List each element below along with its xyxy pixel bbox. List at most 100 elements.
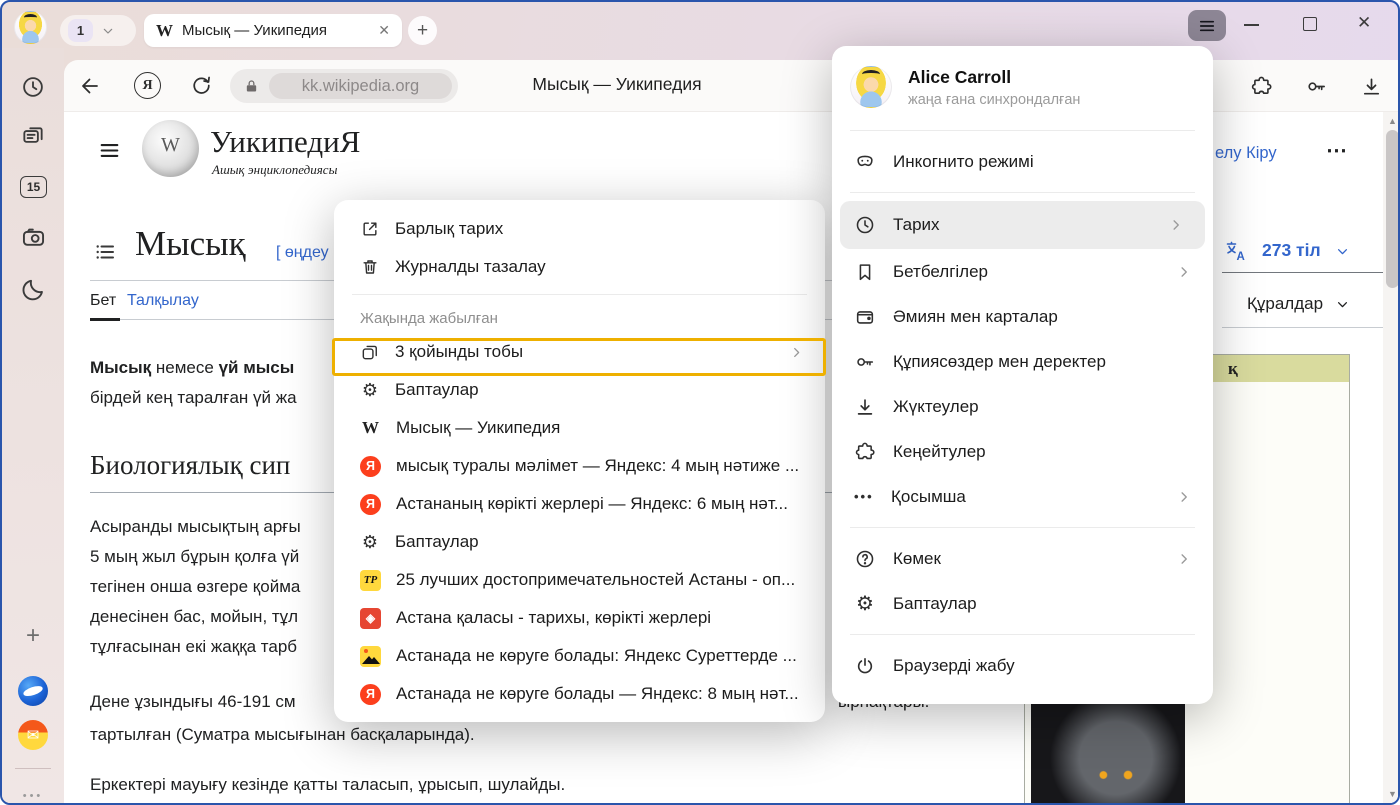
sidebar-more-dots[interactable]: ••• [14, 790, 52, 802]
menu-item-settings[interactable]: ⚙ Баптаулар [334, 371, 825, 409]
login-links[interactable]: елу Кіру [1215, 144, 1277, 163]
menu-item-settings[interactable]: ⚙ Баптаулар [832, 581, 1213, 626]
cat-photo-grey[interactable] [1031, 703, 1185, 803]
wiki-hamburger-icon[interactable] [97, 138, 122, 163]
menu-item-closed-page[interactable]: Я Астананың көрікті жерлері — Яндекс: 6 … [334, 485, 825, 523]
language-chevron-icon[interactable] [1334, 243, 1351, 260]
yandex-favicon: Я [360, 456, 381, 477]
tab-group-chip[interactable]: 1 [60, 15, 136, 46]
tab-page[interactable]: Бет [90, 292, 116, 310]
reload-button[interactable] [190, 74, 213, 97]
menu-item-closed-page[interactable]: Я мысық туралы мәлімет — Яндекс: 4 мың н… [334, 447, 825, 485]
menu-item-settings[interactable]: ⚙ Баптаулар [334, 523, 825, 561]
menu-item-bookmarks[interactable]: Бетбелгілер [832, 249, 1213, 294]
menu-item-history[interactable]: Тарих [840, 201, 1205, 249]
menu-item-closed-page[interactable]: ◈ Астана қаласы - тарихы, көрікті жерлер… [334, 599, 825, 637]
url-text[interactable]: kk.wikipedia.org [269, 73, 452, 99]
wiki-site-subtitle: Ашық энциклопедиясы [212, 162, 337, 178]
contents-toc-icon[interactable] [93, 240, 117, 264]
menu-item-all-history[interactable]: Барлық тарих [334, 210, 825, 248]
tab-close-icon[interactable]: ✕ [378, 22, 390, 39]
history-icon[interactable] [19, 74, 47, 100]
menu-item-extensions[interactable]: Кеңейтулер [832, 429, 1213, 474]
new-tab-button[interactable]: + [408, 16, 437, 45]
back-button[interactable] [78, 74, 102, 98]
extensions-puzzle-icon[interactable] [1250, 75, 1273, 98]
tools-button[interactable]: Құралдар [1247, 294, 1323, 314]
active-tab[interactable]: W Мысық — Уикипедия ✕ [144, 14, 402, 47]
close-button[interactable]: ✕ [1357, 13, 1371, 33]
browser-window: 1 W Мысық — Уикипедия ✕ + ✕ 15 + ✉ ••• Я [0, 0, 1400, 805]
recently-closed-section-label: Жақында жабылған [334, 303, 825, 333]
paragraph-line: тұлғасынан екі жаққа тарб [90, 637, 297, 657]
tab-talk[interactable]: Талқылау [127, 292, 199, 310]
menu-divider [850, 634, 1195, 635]
menu-item-closed-page[interactable]: ТР 25 лучших достопримечательностей Аста… [334, 561, 825, 599]
wikipedia-favicon: W [360, 418, 381, 439]
gear-icon: ⚙ [360, 380, 380, 400]
wikipedia-favicon: W [156, 21, 173, 41]
scrollbar-thumb[interactable] [1386, 130, 1398, 288]
page-scrollbar[interactable]: ▲ ▼ [1383, 112, 1398, 803]
wiki-site-title[interactable]: УикипедиЯ [210, 124, 360, 160]
maximize-button[interactable] [1303, 17, 1317, 31]
profile-avatar [850, 66, 892, 108]
edit-link[interactable]: [ өңдеу [276, 244, 329, 262]
yandex-favicon: Я [360, 494, 381, 515]
screenshot-icon[interactable] [19, 224, 47, 251]
scroll-down-arrow[interactable]: ▼ [1383, 789, 1398, 799]
gear-icon: ⚙ [854, 594, 876, 614]
menu-item-closed-page[interactable]: Астанада не көруге болады: Яндекс Суретт… [334, 637, 825, 675]
menu-divider [850, 130, 1195, 131]
tools-chevron-icon[interactable] [1334, 296, 1351, 313]
gear-icon: ⚙ [360, 532, 380, 552]
paragraph-line: Мысық немесе үй мысы [90, 358, 294, 378]
calendar-icon[interactable]: 15 [20, 176, 47, 198]
passwords-key-icon[interactable] [1305, 75, 1328, 98]
yandex-start-icon[interactable] [18, 676, 48, 706]
language-icon [1224, 239, 1248, 263]
dark-mode-moon-icon[interactable] [19, 276, 47, 303]
menu-item-closed-page[interactable]: W Мысық — Уикипедия [334, 409, 825, 447]
tools-divider [1222, 327, 1398, 328]
address-bar-page-title: Мысық — Уикипедия [457, 74, 777, 95]
browser-main-menu: Alice Carroll жаңа ғана синхрондалған Ин… [832, 46, 1213, 704]
menu-divider [850, 527, 1195, 528]
browser-menu-button[interactable] [1188, 10, 1226, 41]
profile-avatar[interactable] [14, 11, 47, 44]
menu-item-clear-history[interactable]: Журналды тазалау [334, 248, 825, 286]
menu-divider [850, 192, 1195, 193]
trash-icon [360, 257, 380, 277]
tab-title: Мысық — Уикипедия [182, 22, 369, 39]
highlight-annotation-box [332, 338, 826, 376]
menu-item-downloads[interactable]: Жүктеулер [832, 384, 1213, 429]
menu-item-incognito[interactable]: Инкогнито режимі [832, 139, 1213, 184]
feed-panels-icon[interactable] [19, 124, 47, 150]
add-panel-button[interactable]: + [19, 622, 47, 650]
chevron-right-icon [1175, 263, 1193, 281]
ellipsis-icon: ••• [854, 489, 874, 504]
menu-item-close-browser[interactable]: Браузерді жабу [832, 643, 1213, 688]
menu-item-help[interactable]: Көмек [832, 536, 1213, 581]
downloads-icon[interactable] [1360, 75, 1383, 98]
active-tab-underline [90, 318, 120, 321]
scroll-up-arrow[interactable]: ▲ [1383, 116, 1398, 126]
profile-name: Alice Carroll [908, 67, 1080, 88]
hamburger-icon [1197, 16, 1217, 36]
yandex-mail-icon[interactable]: ✉ [18, 720, 48, 750]
profile-row[interactable]: Alice Carroll жаңа ғана синхрондалған [832, 50, 1213, 122]
menu-item-more[interactable]: ••• Қосымша [832, 474, 1213, 519]
yandex-home-button[interactable]: Я [134, 72, 161, 99]
language-button[interactable]: 273 тіл [1262, 240, 1321, 261]
chevron-down-icon [100, 23, 116, 39]
address-bar[interactable]: kk.wikipedia.org [230, 69, 458, 103]
site-favicon: ◈ [360, 608, 381, 629]
chevron-right-icon [1175, 550, 1193, 568]
minimize-button[interactable] [1244, 24, 1259, 26]
page-more-dots[interactable]: ⋯ [1326, 138, 1347, 163]
menu-item-closed-page[interactable]: Я Астанада не көруге болады — Яндекс: 8 … [334, 675, 825, 713]
tripadvisor-favicon: ТР [360, 570, 381, 591]
menu-item-wallet[interactable]: Әмиян мен карталар [832, 294, 1213, 339]
wikipedia-logo[interactable] [142, 120, 199, 177]
menu-item-passwords[interactable]: Құпиясөздер мен деректер [832, 339, 1213, 384]
